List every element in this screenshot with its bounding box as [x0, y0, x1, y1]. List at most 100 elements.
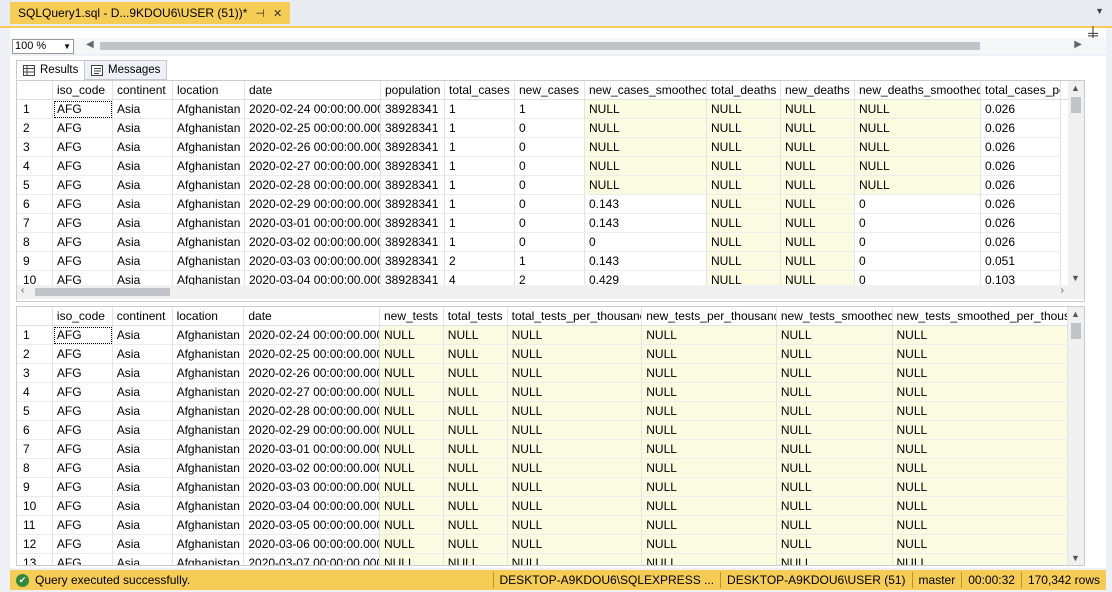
table-cell[interactable]: 38928341: [381, 157, 445, 176]
table-cell[interactable]: Afghanistan: [172, 326, 245, 345]
table-cell[interactable]: 0: [515, 233, 585, 252]
table-cell[interactable]: Afghanistan: [172, 478, 245, 497]
table-cell[interactable]: NULL: [507, 326, 643, 345]
table-cell[interactable]: Asia: [112, 326, 173, 345]
table-row[interactable]: 6 AFG Asia Afghanistan 2020-02-29 00:00:00.0…: [17, 421, 1068, 440]
table-cell[interactable]: NULL: [707, 176, 781, 195]
table-cell[interactable]: NULL: [776, 326, 893, 345]
table-cell[interactable]: 0: [585, 233, 707, 252]
table-cell[interactable]: NULL: [855, 100, 981, 119]
results-grid-2[interactable]: iso_code continent location date new_tests to…: [16, 306, 1085, 566]
table-cell[interactable]: NULL: [507, 516, 643, 535]
table-cell[interactable]: 2020-02-27 00:00:00.000: [244, 383, 380, 402]
table-cell[interactable]: AFG: [52, 440, 113, 459]
table-cell[interactable]: NULL: [379, 497, 444, 516]
table-cell[interactable]: 38928341: [381, 176, 445, 195]
column-header[interactable]: date: [244, 307, 380, 325]
table-cell[interactable]: Asia: [112, 478, 173, 497]
table-cell[interactable]: Afghanistan: [173, 554, 245, 565]
table-cell[interactable]: AFG: [52, 478, 113, 497]
table-cell[interactable]: 1: [445, 214, 515, 233]
table-cell[interactable]: 1: [445, 176, 515, 195]
table-cell[interactable]: NULL: [776, 421, 893, 440]
table-cell[interactable]: Asia: [112, 497, 173, 516]
table-cell[interactable]: AFG: [52, 326, 113, 345]
table-cell[interactable]: NULL: [892, 440, 1068, 459]
column-header[interactable]: population: [381, 81, 445, 99]
table-cell[interactable]: NULL: [443, 440, 508, 459]
table-cell[interactable]: NULL: [776, 383, 893, 402]
table-cell[interactable]: NULL: [585, 157, 707, 176]
table-cell[interactable]: NULL: [781, 176, 855, 195]
table-cell[interactable]: 0.143: [585, 252, 707, 271]
row-number[interactable]: 9: [17, 252, 53, 271]
table-cell[interactable]: Afghanistan: [173, 176, 245, 195]
table-cell[interactable]: Afghanistan: [172, 516, 245, 535]
table-cell[interactable]: 2: [515, 271, 585, 285]
table-cell[interactable]: Asia: [113, 233, 173, 252]
table-cell[interactable]: 2020-03-02 00:00:00.000: [244, 459, 380, 478]
row-number[interactable]: 5: [17, 176, 53, 195]
column-header[interactable]: new_cases_smoothed: [585, 81, 707, 99]
table-cell[interactable]: NULL: [585, 119, 707, 138]
table-cell[interactable]: Afghanistan: [173, 252, 245, 271]
table-row[interactable]: 6 AFG Asia Afghanistan 2020-02-29 00:00:00.0…: [17, 195, 1068, 214]
table-cell[interactable]: 38928341: [381, 195, 445, 214]
table-cell[interactable]: NULL: [776, 554, 893, 565]
table-cell[interactable]: NULL: [642, 440, 777, 459]
row-number[interactable]: 3: [17, 138, 53, 157]
table-cell[interactable]: 2020-03-02 00:00:00.000: [245, 233, 381, 252]
table-cell[interactable]: 2020-02-24 00:00:00.000: [244, 326, 380, 345]
table-cell[interactable]: NULL: [781, 252, 855, 271]
table-cell[interactable]: NULL: [892, 421, 1068, 440]
column-header[interactable]: total_deaths: [707, 81, 781, 99]
column-header[interactable]: date: [245, 81, 381, 99]
table-cell[interactable]: 1: [445, 100, 515, 119]
table-cell[interactable]: 38928341: [381, 214, 445, 233]
table-cell[interactable]: Afghanistan: [173, 214, 245, 233]
scroll-down-icon[interactable]: ▼: [1071, 273, 1080, 283]
table-cell[interactable]: NULL: [443, 326, 508, 345]
scroll-up-icon[interactable]: ▲: [1071, 83, 1080, 93]
table-cell[interactable]: Asia: [113, 157, 173, 176]
table-cell[interactable]: Asia: [113, 119, 173, 138]
table-cell[interactable]: Afghanistan: [172, 364, 245, 383]
table-cell[interactable]: Asia: [113, 195, 173, 214]
table-cell[interactable]: Asia: [113, 271, 173, 285]
row-number[interactable]: 4: [17, 157, 53, 176]
table-cell[interactable]: NULL: [507, 364, 643, 383]
table-cell[interactable]: NULL: [781, 100, 855, 119]
table-cell[interactable]: NULL: [443, 459, 508, 478]
table-cell[interactable]: 0: [515, 138, 585, 157]
table-cell[interactable]: NULL: [642, 402, 777, 421]
table-cell[interactable]: Afghanistan: [172, 440, 245, 459]
table-cell[interactable]: Afghanistan: [173, 100, 245, 119]
row-number[interactable]: 9: [17, 478, 53, 497]
table-cell[interactable]: 0.143: [585, 195, 707, 214]
table-cell[interactable]: 38928341: [381, 138, 445, 157]
table-cell[interactable]: AFG: [52, 516, 113, 535]
table-cell[interactable]: 2020-03-05 00:00:00.000: [244, 516, 380, 535]
column-header[interactable]: total_tests_per_thousand: [508, 307, 643, 325]
table-cell[interactable]: 1: [515, 252, 585, 271]
table-cell[interactable]: Asia: [113, 100, 173, 119]
row-number[interactable]: 7: [17, 440, 53, 459]
table-cell[interactable]: 0.429: [585, 271, 707, 285]
table-row[interactable]: 2 AFG Asia Afghanistan 2020-02-25 00:00:00.0…: [17, 119, 1068, 138]
table-cell[interactable]: NULL: [642, 345, 777, 364]
table-cell[interactable]: NULL: [776, 535, 893, 554]
table-cell[interactable]: NULL: [507, 421, 643, 440]
table-row[interactable]: 5 AFG Asia Afghanistan 2020-02-28 00:00:00.0…: [17, 402, 1068, 421]
table-cell[interactable]: 38928341: [381, 119, 445, 138]
table-cell[interactable]: NULL: [892, 383, 1068, 402]
table-cell[interactable]: 2020-02-29 00:00:00.000: [245, 195, 381, 214]
table-row[interactable]: 1 AFG Asia Afghanistan 2020-02-24 00:00:00.0…: [17, 326, 1068, 345]
table-cell[interactable]: NULL: [507, 497, 643, 516]
table-cell[interactable]: NULL: [507, 402, 643, 421]
table-cell[interactable]: AFG: [52, 459, 113, 478]
results-grid-1[interactable]: iso_code continent location date population t…: [16, 80, 1085, 302]
table-cell[interactable]: 0.026: [981, 176, 1061, 195]
zoom-select[interactable]: 100 % ▼: [12, 39, 74, 54]
chevron-down-icon[interactable]: ▼: [1095, 6, 1104, 16]
table-cell[interactable]: Asia: [112, 345, 173, 364]
